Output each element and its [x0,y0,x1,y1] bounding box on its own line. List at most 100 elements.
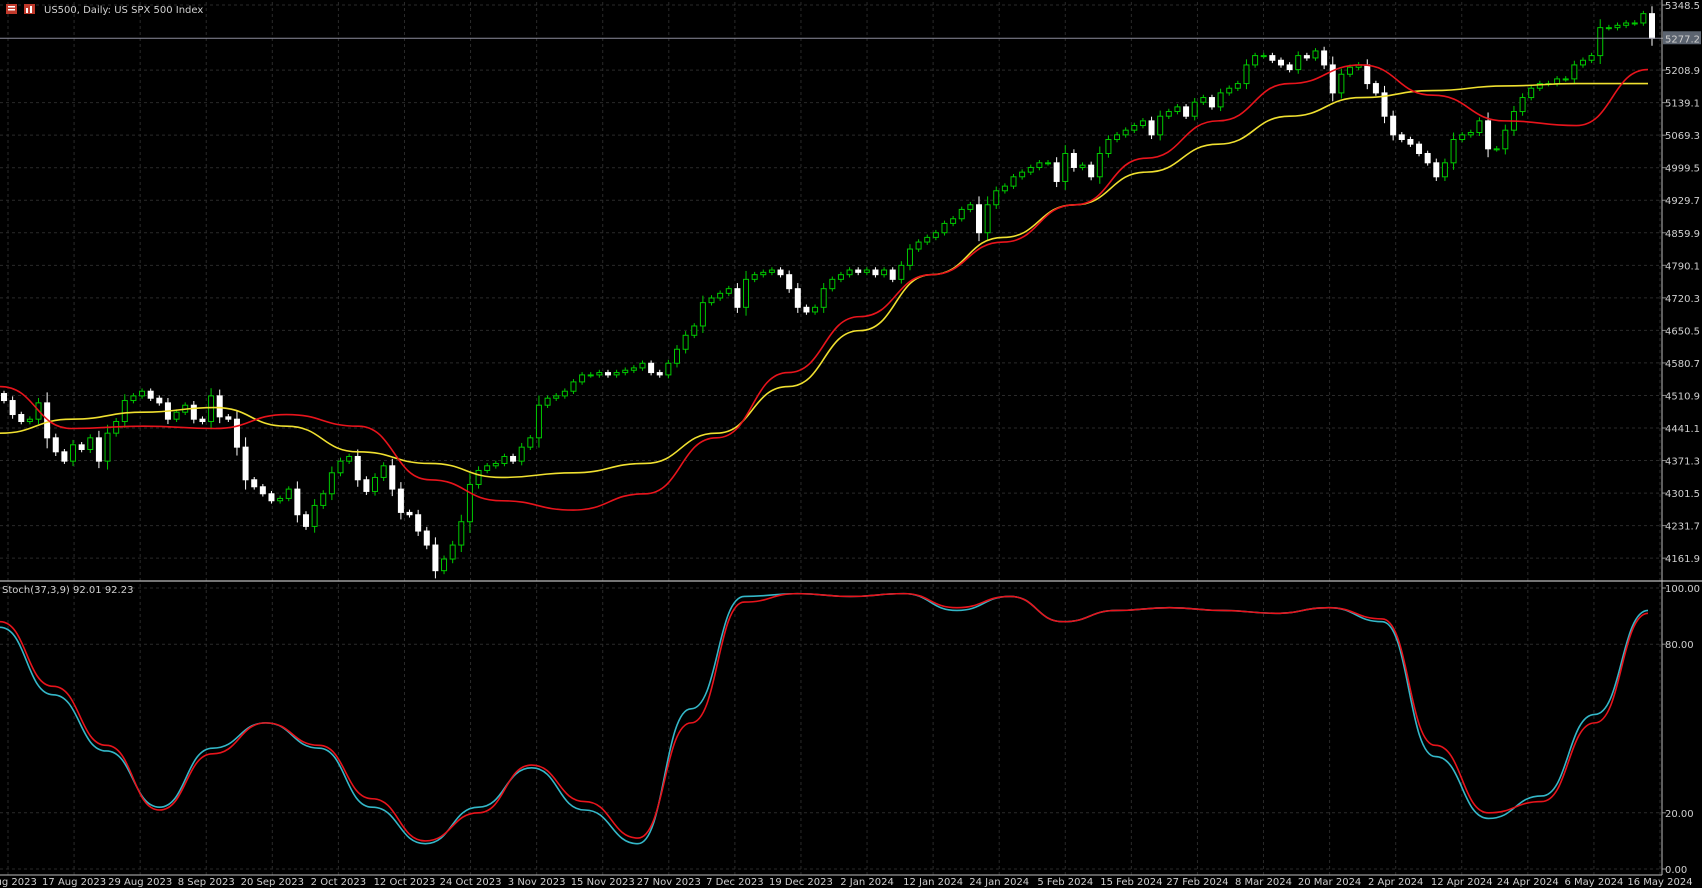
chart-type-icon[interactable] [24,4,35,14]
y-tick-label: 4161.9 [1665,554,1700,565]
candle-body [104,432,111,462]
candle-body [777,269,784,276]
candle-body [596,372,603,376]
candle-body [1390,115,1397,136]
candle-body [734,288,741,308]
candle-body [156,397,163,404]
candle-body [9,400,16,416]
x-tick-label: 3 Nov 2023 [508,877,566,888]
candle-body [1174,106,1181,113]
candle-body [510,455,517,462]
candle-body [1269,55,1276,61]
x-tick-label: 6 May 2024 [1564,877,1623,888]
candle-body [432,544,439,572]
candle-body [1114,134,1121,141]
y-tick-label: 4790.1 [1665,261,1700,272]
candle-body [78,444,85,450]
candle-body [1053,162,1060,182]
stoch-y-tick-label: 0.00 [1665,865,1687,876]
candle-body [1157,115,1164,136]
candle-body [751,274,758,280]
candle-body [130,395,137,402]
y-tick-label: 5208.9 [1665,66,1700,77]
candle-body [993,190,1000,206]
candle-body [803,306,810,313]
candle-body [630,367,637,371]
candle-body [190,404,197,420]
x-tick-label: 12 Apr 2024 [1431,877,1493,888]
y-tick-label: 4859.9 [1665,229,1700,240]
candle-body [268,493,275,502]
candle-body [639,362,646,369]
candle-body [1416,143,1423,154]
candle-body [1,393,7,402]
candle-body [1588,55,1595,61]
candle-body [855,269,862,273]
candle-body [139,390,146,397]
candle-body [1079,164,1086,168]
candle-body [535,404,542,439]
symbol-title: US500, Daily: US SPX 500 Index [44,5,203,16]
candle-body [1485,120,1492,150]
candle-body [837,274,844,280]
candle-body [1562,78,1569,81]
candle-body [337,460,344,474]
stoch-title: Stoch(37,3,9) 92.01 92.23 [2,585,133,596]
candle-body [812,306,819,313]
candle-body [820,288,827,308]
candle-body [699,302,706,327]
x-tick-label: 12 Oct 2023 [374,877,436,888]
x-tick-label: 19 Dec 2023 [769,877,833,888]
candle-body [1649,13,1655,39]
candle-body [1640,13,1647,24]
candle-body [1424,152,1431,164]
candle-body [1217,92,1224,108]
candle-body [1519,97,1526,113]
candle-body [1338,73,1345,94]
candle-body [794,288,801,308]
candle-body [501,455,508,464]
candle-body [829,278,836,290]
candle-body [760,271,767,276]
y-tick-label: 4999.5 [1665,164,1700,175]
candle-body [553,395,560,399]
candle-body [1139,120,1146,127]
candle-body [1459,134,1466,141]
y-tick-label: 4650.5 [1665,326,1700,337]
candle-body [1131,125,1138,131]
candle-body [1070,152,1077,168]
candle-body [1045,162,1052,165]
candle-body [1312,50,1319,59]
candle-body [147,390,154,399]
candle-body [708,297,715,304]
x-tick-label: 20 Sep 2023 [241,877,304,888]
candle-body [423,530,430,546]
x-tick-label: 17 Aug 2023 [42,877,106,888]
candle-body [1347,66,1354,75]
y-tick-label: 4231.7 [1665,522,1700,533]
candle-body [958,208,965,220]
candle-body [622,369,629,374]
candle-body [1295,55,1302,71]
candle-body [449,544,456,560]
candle-body [846,269,853,276]
candle-body [1226,87,1233,94]
candle-body [1122,129,1129,136]
candle-body [561,390,568,397]
x-tick-label: 12 Jan 2024 [903,877,963,888]
candle-body [1096,152,1103,178]
candle-body [1105,139,1112,154]
x-tick-label: 29 Aug 2023 [108,877,172,888]
candle-body [656,372,663,376]
candle-body [466,483,473,523]
candle-body [259,486,266,495]
candle-body [1467,132,1474,136]
candle-body [786,274,793,290]
y-tick-label: 5139.1 [1665,99,1700,110]
x-tick-label: 7 Dec 2023 [706,877,764,888]
x-tick-label: 15 Feb 2024 [1100,877,1162,888]
candle-body [1476,120,1483,134]
candle-body [484,465,491,471]
candle-body [354,455,361,481]
y-tick-label: 5348.5 [1665,1,1700,12]
